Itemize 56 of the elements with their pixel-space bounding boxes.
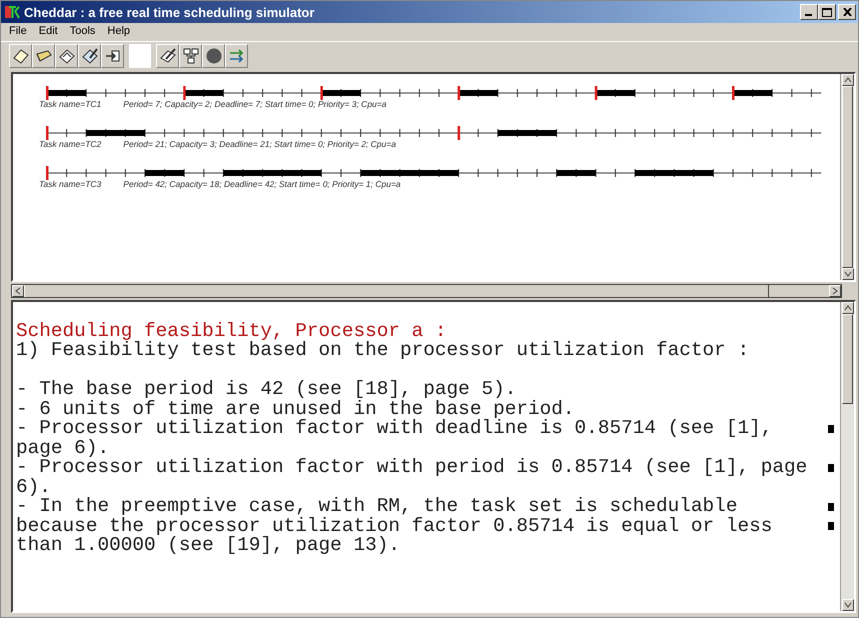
scroll-down-icon (844, 271, 852, 277)
wrap-marker-icon (828, 522, 834, 530)
toolbar-button[interactable] (156, 44, 179, 68)
toolbar-button[interactable] (101, 44, 124, 68)
app-logo-icon (4, 4, 20, 20)
output-line: - In the preemptive case, with RM, the task set is schedulable (16, 497, 738, 516)
horizontal-scrollbar[interactable] (11, 284, 842, 298)
output-line: - Processor utilization factor with period is 0.85714 (see [1], page (16, 458, 808, 478)
task-name-label: Task name=TC1 (39, 99, 102, 111)
scroll-left-icon (15, 287, 21, 295)
output-line: - Processor utilization factor with deadline is 0.85714 (see [1], (16, 419, 772, 438)
scroll-up-icon (844, 305, 852, 311)
disk-pencil-icon (80, 46, 100, 66)
toolbar-button[interactable] (9, 44, 32, 68)
scroll-down-icon (844, 602, 852, 608)
wrap-marker-icon (828, 424, 834, 433)
output-line: 6). (16, 478, 51, 497)
task-parameters-label: Period= 7; Capacity= 2; Deadline= 7; Start time= 0; Priority= 3; Cpu=a (123, 99, 386, 111)
vertical-scrollbar[interactable] (840, 302, 854, 611)
menu-item[interactable]: File (9, 25, 27, 39)
output-line: page 6). (16, 438, 110, 458)
scroll-right-icon (832, 287, 838, 295)
output-line: than 1.00000 (see [19], page 13). (16, 536, 400, 556)
wrap-marker-icon (828, 464, 834, 472)
sphere-icon (204, 46, 224, 66)
task-parameters-label: Period= 42; Capacity= 18; Deadline= 42; Start time= 0; Priority= 1; Cpu=a (123, 179, 401, 191)
output-line: 1) Feasibility test based on the processor utilization factor : (16, 341, 750, 360)
toolbar-button[interactable] (225, 44, 248, 68)
output-line: because the processor utilization factor 0.85714 is equal or less (16, 516, 772, 536)
network-icon (180, 46, 200, 66)
menu-item[interactable]: Tools (70, 25, 96, 39)
close-button[interactable] (838, 4, 856, 20)
menu-item[interactable]: Edit (38, 25, 58, 39)
scroll-thumb[interactable] (842, 314, 853, 404)
task-parameters-label: Period= 21; Capacity= 3; Deadline= 21; Start time= 0; Priority= 2; Cpu=a (123, 139, 396, 151)
toolbar-button[interactable] (32, 44, 55, 68)
blank-toolbar-slot (129, 44, 151, 68)
toolbar-button[interactable] (55, 44, 78, 68)
task-name-label: Task name=TC2 (39, 139, 102, 151)
scroll-up-icon (844, 77, 852, 83)
maximize-button[interactable] (818, 4, 836, 20)
vertical-scrollbar[interactable] (840, 74, 854, 280)
output-line: - 6 units of time are unused in the base period. (16, 400, 575, 419)
menu-item[interactable]: Help (107, 25, 130, 39)
maximize-icon (822, 8, 832, 16)
output-heading: Scheduling feasibility, Processor a : (16, 322, 447, 341)
output-line: - The base period is 42 (see [18], page 5). (16, 380, 516, 400)
toolbar-button[interactable] (179, 44, 202, 68)
toolbar-button[interactable] (202, 44, 225, 68)
window-title: Cheddar : a free real time scheduling simulator (24, 4, 316, 20)
toolbar-button[interactable] (78, 44, 101, 68)
close-icon (842, 8, 852, 16)
scroll-thumb[interactable] (842, 86, 853, 268)
wrap-marker-icon (828, 502, 834, 511)
minimize-button[interactable] (800, 4, 818, 20)
task-name-label: Task name=TC3 (39, 179, 102, 191)
